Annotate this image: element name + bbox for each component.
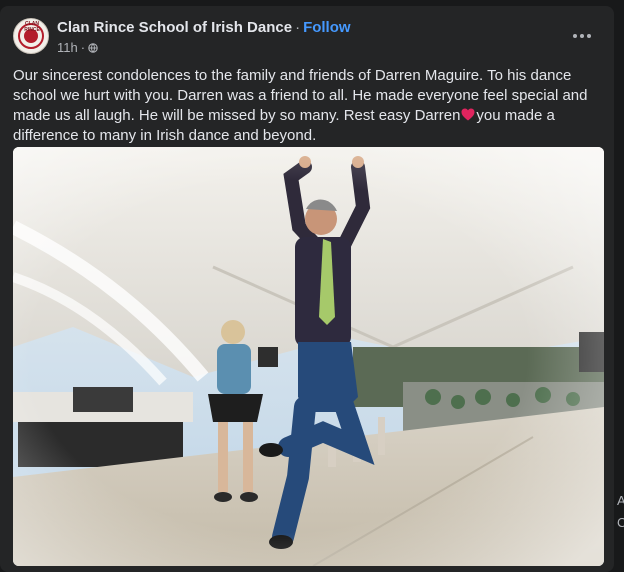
avatar-logo-text: CLAN RINCE (24, 21, 40, 33)
heart-emoji-icon (461, 108, 475, 121)
title-separator: · (295, 19, 301, 36)
more-options-button[interactable] (570, 26, 594, 46)
more-dot-icon (580, 34, 584, 38)
side-text-fragment: A C (617, 490, 624, 534)
post-meta: 11h · (57, 40, 98, 55)
globe-icon[interactable] (88, 42, 98, 53)
page-avatar[interactable]: CLAN RINCE (13, 18, 49, 54)
page-name-link[interactable]: Clan Rince School of Irish Dance (57, 19, 292, 36)
more-dot-icon (587, 34, 591, 38)
post-body-text: Our sincerest condolences to the family … (13, 66, 593, 146)
post-card: CLAN RINCE Clan Rince School of Irish Da… (0, 6, 614, 572)
post-timestamp[interactable]: 11h (57, 40, 78, 55)
side-fragment-line-1: A (617, 493, 624, 508)
post-header: CLAN RINCE Clan Rince School of Irish Da… (13, 18, 602, 58)
photo-illustration (13, 147, 604, 566)
title-row: Clan Rince School of Irish Dance · Follow (57, 19, 351, 36)
post-photo[interactable] (13, 147, 604, 566)
follow-button[interactable]: Follow (303, 19, 351, 36)
side-fragment-line-2: C (617, 515, 624, 530)
more-dot-icon (573, 34, 577, 38)
meta-separator: · (80, 40, 86, 55)
